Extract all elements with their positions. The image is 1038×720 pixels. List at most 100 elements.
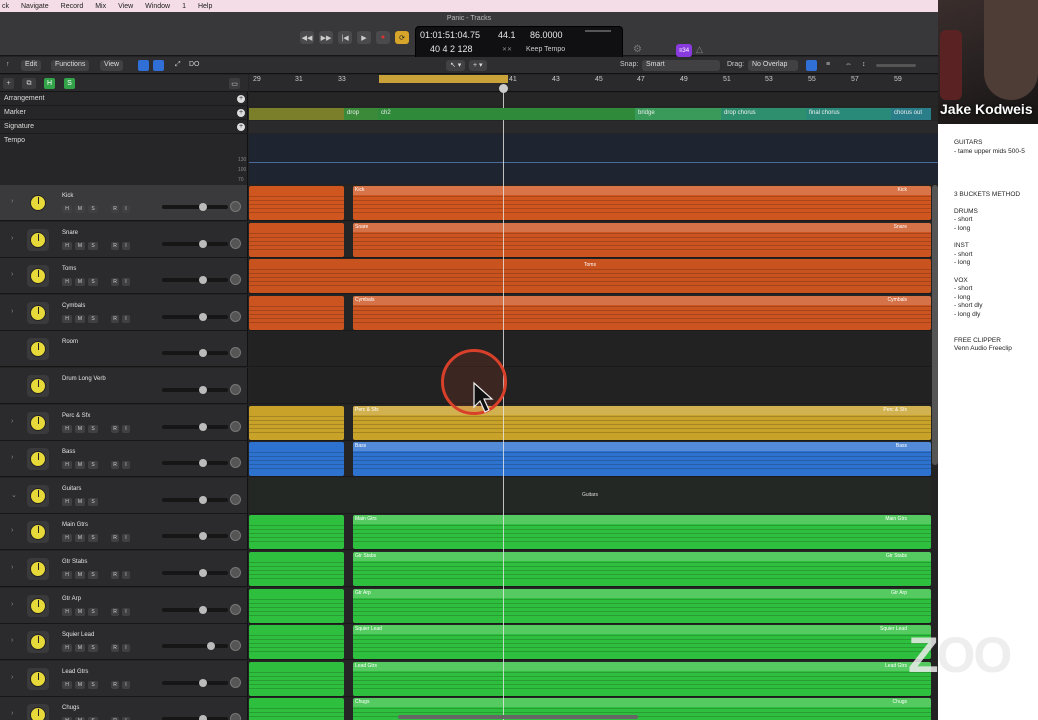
bar-ruler[interactable]: 29313335373941434547495153555759 [249,75,938,92]
hide-button[interactable]: H [62,644,72,652]
solo-button[interactable]: S [88,425,98,433]
input-monitor-button[interactable]: I [122,205,130,213]
disclosure-icon[interactable]: › [11,271,13,278]
audio-region[interactable] [249,223,344,257]
add-track-icon[interactable]: + [3,78,14,89]
track-icon[interactable] [27,558,49,580]
disclosure-icon[interactable]: › [11,564,13,571]
pan-knob[interactable] [230,311,241,322]
menu-item[interactable]: Navigate [21,3,49,10]
disclosure-icon[interactable]: › [11,674,13,681]
fader-handle[interactable] [199,459,207,467]
solo-button[interactable]: S [88,608,98,616]
record-enable-button[interactable]: R [111,461,119,469]
track-icon[interactable] [27,485,49,507]
track-header[interactable]: › Toms H M S R I [0,258,248,294]
record-enable-button[interactable]: R [111,644,119,652]
track-lane[interactable]: Gtr Arp Gtr Arp [249,588,931,624]
track-header[interactable]: › Kick H M S R I [0,185,248,221]
fader-handle[interactable] [199,606,207,614]
hide-button[interactable]: H [62,608,72,616]
disclosure-icon[interactable]: › [11,710,13,717]
track-icon[interactable] [27,302,49,324]
pan-knob[interactable] [230,494,241,505]
track-name[interactable]: Bass [62,449,75,455]
track-name[interactable]: Snare [62,230,78,236]
input-monitor-button[interactable]: I [122,534,130,542]
track-lane[interactable] [249,368,931,404]
solo-button[interactable]: S [88,461,98,469]
solo-button[interactable]: S [88,681,98,689]
track-header[interactable]: Drum Long Verb [0,368,248,404]
add-marker-icon[interactable]: + [237,109,245,117]
audio-region[interactable] [249,552,344,586]
zoom-slider[interactable] [876,64,916,67]
marker-region[interactable] [249,108,344,120]
audio-region[interactable]: Lead Gtrs Lead Gtrs [353,662,931,696]
track-icon[interactable] [27,668,49,690]
audio-region[interactable] [249,698,344,720]
input-monitor-button[interactable]: I [122,571,130,579]
track-name[interactable]: Gtr Stabs [62,559,87,565]
zoom-icon[interactable]: ⇔ [845,61,852,68]
marker-region[interactable]: drop [344,108,378,120]
record-enable-button[interactable]: R [111,608,119,616]
disclosure-icon[interactable]: › [11,198,13,205]
volume-fader[interactable] [162,423,228,431]
disclosure-icon[interactable]: › [11,235,13,242]
track-header[interactable]: › Cymbals H M S R I [0,295,248,331]
track-lane[interactable]: Main Gtrs Main Gtrs [249,514,931,550]
pencil-tool[interactable]: + ▾ [469,60,487,71]
solo-button[interactable]: S [88,571,98,579]
marker-region[interactable]: ch2 [378,108,635,120]
hide-button[interactable]: H [62,205,72,213]
fader-handle[interactable] [199,203,207,211]
solo-button[interactable]: S [88,242,98,250]
pan-knob[interactable] [230,567,241,578]
tempo-lane[interactable] [249,134,938,184]
arrangement-lane[interactable] [249,93,938,106]
mute-button[interactable]: M [75,242,85,250]
menu-item[interactable]: 1 [182,3,186,10]
track-lane[interactable]: Snare Snare [249,222,931,258]
rewind-icon[interactable]: ◀◀ [300,31,314,44]
track-name[interactable]: Gtr Arp [62,596,81,602]
solo-button[interactable]: S [88,644,98,652]
menu-item[interactable]: Mix [95,3,106,10]
global-arrangement[interactable]: Arrangement + [0,93,248,106]
audio-region[interactable]: Main Gtrs Main Gtrs [353,515,931,549]
disclosure-icon[interactable]: › [11,454,13,461]
hide-button[interactable]: H [62,461,72,469]
audio-region[interactable] [249,296,344,330]
solo-button[interactable]: S [88,278,98,286]
track-lane[interactable]: Bass Bass [249,441,931,477]
marker-region[interactable]: chorus out [891,108,931,120]
audio-region[interactable]: Gtr Stabs Gtr Stabs [353,552,931,586]
track-icon[interactable] [27,448,49,470]
track-header[interactable]: › Bass H M S R I [0,441,248,477]
audio-region[interactable]: Kick Kick [353,186,931,220]
fader-handle[interactable] [199,349,207,357]
input-monitor-button[interactable]: I [122,278,130,286]
fader-handle[interactable] [199,240,207,248]
hide-button[interactable]: H [62,498,72,506]
waveform-zoom-icon[interactable]: ≡ [826,61,830,68]
audio-region[interactable]: Bass Bass [353,442,931,476]
add-arrangement-icon[interactable]: + [237,95,245,103]
record-enable-button[interactable]: R [111,242,119,250]
pan-knob[interactable] [230,677,241,688]
track-name[interactable]: Perc & Sfx [62,413,90,419]
menu-item[interactable]: Window [145,3,170,10]
audio-region[interactable]: Cymbals Cymbals [353,296,931,330]
pan-knob[interactable] [230,384,241,395]
disclosure-icon[interactable]: › [11,601,13,608]
pan-knob[interactable] [230,457,241,468]
solo-button[interactable]: S [88,205,98,213]
fader-handle[interactable] [199,313,207,321]
record-enable-button[interactable]: R [111,278,119,286]
marker-region[interactable]: bridge [635,108,721,120]
menu-item[interactable]: Record [61,3,84,10]
track-name[interactable]: Chugs [62,705,79,711]
track-lane[interactable]: Toms [249,258,931,294]
input-monitor-button[interactable]: I [122,242,130,250]
